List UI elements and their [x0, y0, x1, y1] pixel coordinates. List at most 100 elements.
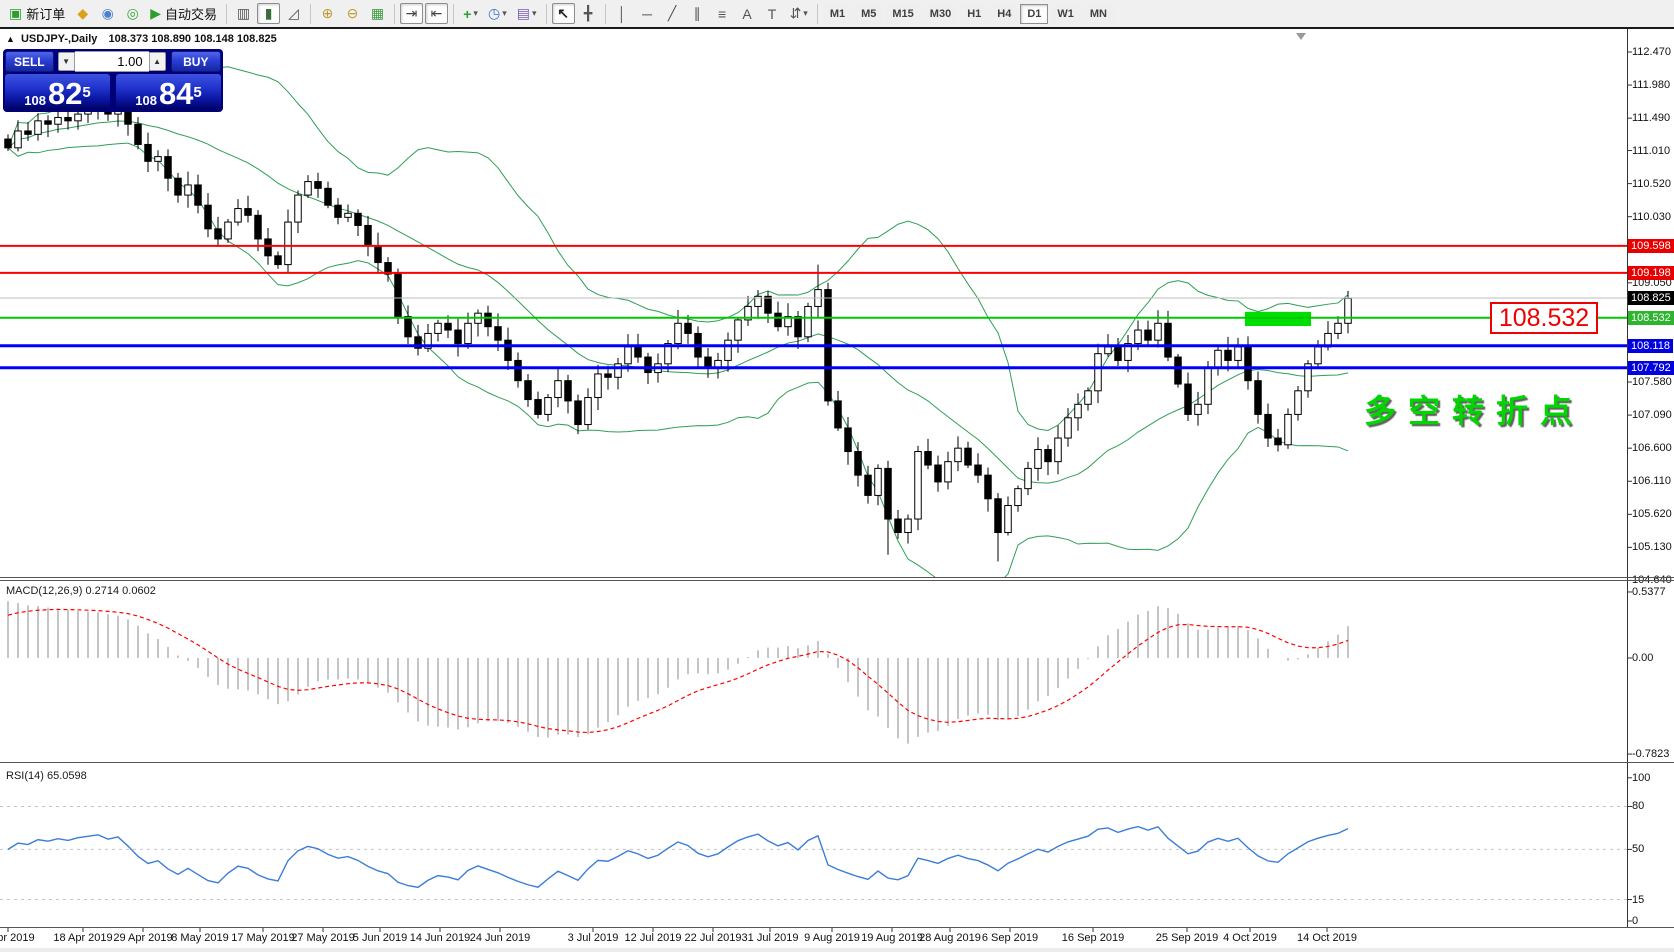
auto-scroll-button[interactable]: ⇥	[400, 3, 423, 24]
timeframe-m1-button[interactable]: M1	[823, 4, 852, 24]
candlestick-series	[5, 100, 1352, 561]
trendline-button[interactable]: ╱	[661, 3, 684, 24]
chart-shift-button[interactable]: ⇤	[425, 3, 448, 24]
ask-price-tile[interactable]: 108 84 5	[116, 74, 221, 110]
ask-sup: 5	[193, 78, 201, 108]
timeframe-m5-button[interactable]: M5	[854, 4, 883, 24]
chart-canvas[interactable]	[0, 0, 1674, 952]
auto-scroll-icon: ⇥	[406, 5, 418, 22]
bar-chart-button[interactable]: ▥	[232, 3, 255, 24]
date-tick: 9 Apr 2019	[0, 932, 35, 944]
indicators-dropdown-icon[interactable]: ▾	[473, 8, 478, 19]
auto-trading-button[interactable]: ▶自动交易	[146, 3, 221, 24]
signal-button[interactable]: ◎	[121, 3, 144, 24]
macd-label: MACD(12,26,9) 0.2714 0.0602	[6, 585, 156, 597]
templates-button[interactable]: ▤▾	[513, 3, 541, 24]
level-callout-box[interactable]: 108.532	[1490, 302, 1598, 334]
candle-chart-button[interactable]: ▮	[257, 3, 280, 24]
timeframe-m30-button[interactable]: M30	[923, 4, 958, 24]
text-label-button[interactable]: T	[761, 3, 784, 24]
indicators-button[interactable]: +▾	[459, 3, 482, 24]
arrows-button[interactable]: ⇵▾	[786, 3, 812, 24]
new-order-icon: ▣	[9, 5, 22, 22]
volume-input[interactable]	[75, 51, 149, 72]
zoom-in-button[interactable]: ⊕	[316, 3, 339, 24]
chart-window-button[interactable]: ◆	[71, 3, 94, 24]
horizontal-line-icon: ─	[642, 6, 652, 22]
text-icon: A	[742, 6, 751, 22]
timeframe-d1-button[interactable]: D1	[1020, 4, 1048, 24]
macd-rsi-splitter[interactable]	[0, 762, 1674, 763]
horizontal-line-button[interactable]: ─	[636, 3, 659, 24]
sell-button[interactable]: SELL	[5, 51, 54, 72]
chart-shift-icon: ⇤	[431, 5, 443, 22]
timeframe-h4-button[interactable]: H4	[990, 4, 1018, 24]
date-tick: 5 Jun 2019	[353, 932, 407, 944]
text-button[interactable]: A	[736, 3, 759, 24]
tile-windows-icon: ▦	[371, 5, 384, 22]
volume-decrease-button[interactable]: ▼	[58, 52, 75, 71]
date-tick: 28 Aug 2019	[919, 932, 981, 944]
line-chart-button[interactable]: ◿	[282, 3, 305, 24]
vertical-line-button[interactable]: │	[611, 3, 634, 24]
periods-dropdown-icon[interactable]: ▾	[502, 8, 507, 19]
sep5	[546, 4, 547, 24]
date-tick: 27 May 2019	[291, 932, 355, 944]
highlight-rectangle	[1245, 312, 1311, 326]
tile-windows-button[interactable]: ▦	[366, 3, 389, 24]
signal-icon: ◎	[127, 5, 139, 22]
bid-prefix: 108	[24, 93, 46, 108]
chart-window-border	[0, 27, 1674, 29]
cursor-icon: ↖	[557, 5, 569, 22]
price-marker-108.118: 108.118	[1628, 339, 1673, 353]
date-tick: 12 Jul 2019	[625, 932, 682, 944]
bar-chart-icon: ▥	[237, 5, 250, 22]
templates-dropdown-icon[interactable]: ▾	[532, 8, 537, 19]
crosshair-button[interactable]: ╋	[577, 3, 600, 24]
sep1	[226, 4, 227, 24]
macd-axis-tick: 0.00	[1632, 652, 1653, 664]
periods-button[interactable]: ◷▾	[484, 3, 511, 24]
sep3	[394, 4, 395, 24]
rsi-label: RSI(14) 65.0598	[6, 770, 87, 782]
fibonacci-button[interactable]: ≡	[711, 3, 734, 24]
volume-increase-button[interactable]: ▲	[149, 52, 166, 71]
macd-axis-tick: 0.5377	[1632, 586, 1666, 598]
window-bottom-strip	[0, 948, 1674, 952]
bid-price-tile[interactable]: 108 82 5	[5, 74, 110, 110]
equidistant-channel-button[interactable]: ∥	[686, 3, 709, 24]
timeframe-h1-button[interactable]: H1	[960, 4, 988, 24]
sep2	[310, 4, 311, 24]
one-click-panel-toggle-icon[interactable]: ▲	[6, 34, 15, 44]
price-marker-109.198: 109.198	[1628, 266, 1674, 280]
price-tick: 105.130	[1632, 541, 1672, 553]
zoom-out-button[interactable]: ⊖	[341, 3, 364, 24]
main-toolbar: ▣新订单◆◉◎▶自动交易▥▮◿⊕⊖▦⇥⇤+▾◷▾▤▾↖╋│─╱∥≡AT⇵▾M1M…	[0, 0, 1674, 27]
new-order-button[interactable]: ▣新订单	[5, 3, 69, 24]
date-tick: 9 Aug 2019	[804, 932, 860, 944]
timeframe-m15-button[interactable]: M15	[885, 4, 920, 24]
chart-macd-splitter[interactable]	[0, 577, 1674, 578]
rsi-bottom-border	[0, 927, 1674, 928]
chart-shift-marker-icon[interactable]	[1296, 33, 1306, 40]
profile-button[interactable]: ◉	[96, 3, 119, 24]
ask-main: 84	[159, 80, 193, 108]
timeframe-w1-button[interactable]: W1	[1050, 4, 1081, 24]
timeframe-mn-button[interactable]: MN	[1083, 4, 1114, 24]
turning-point-annotation[interactable]: 多空转折点	[1364, 386, 1584, 432]
rsi-axis-tick: 0	[1632, 915, 1638, 927]
price-tick: 106.110	[1632, 475, 1671, 487]
date-tick: 14 Jun 2019	[410, 932, 471, 944]
ohlc-values: 108.373 108.890 108.148 108.825	[108, 33, 276, 45]
price-tick: 112.470	[1632, 46, 1671, 58]
buy-button[interactable]: BUY	[171, 51, 221, 72]
candle-chart-icon: ▮	[265, 5, 273, 22]
crosshair-icon: ╋	[584, 5, 592, 22]
one-click-trading-panel: SELL ▼ ▲ BUY 108 82 5 108 84 5	[3, 49, 223, 112]
date-tick: 4 Oct 2019	[1223, 932, 1277, 944]
profile-icon: ◉	[102, 5, 114, 22]
arrows-dropdown-icon[interactable]: ▾	[803, 8, 808, 19]
cursor-button[interactable]: ↖	[552, 3, 575, 24]
price-marker-109.598: 109.598	[1628, 239, 1674, 253]
price-tick: 106.600	[1632, 442, 1672, 454]
